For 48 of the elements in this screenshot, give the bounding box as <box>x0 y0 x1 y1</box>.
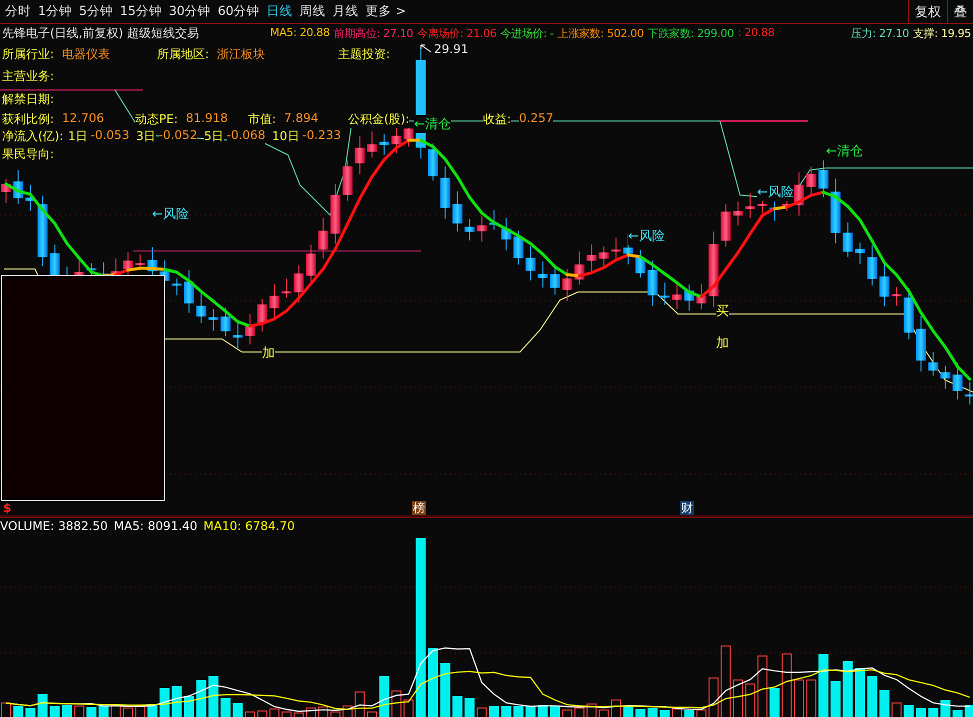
period-tab[interactable]: 1分钟 <box>35 3 75 20</box>
chart-annotation: 买 <box>716 302 729 320</box>
indicator-reading: 今进场价: - <box>500 26 554 41</box>
info-label: 主题投资: <box>338 46 390 62</box>
info-value: 浙江板块 <box>217 46 266 62</box>
period-tab[interactable]: 月线 <box>330 3 362 20</box>
info-label: 主营业务: <box>2 68 54 85</box>
info-label: 果民导向: <box>2 146 54 162</box>
indicator-reading: 前期高位: 27.10 <box>334 26 414 41</box>
level-reading: 支撑: 19.95 <box>913 26 971 41</box>
chart-annotation: ←清仓 <box>826 142 863 160</box>
volume-reading: MA10: 6784.70 <box>203 519 295 533</box>
indicator-reading: MA5: 20.88 <box>270 26 330 41</box>
indicator-reading: 今离场价: 21.06 <box>417 26 497 41</box>
price-label: 29.91 <box>434 42 468 56</box>
chart-annotation: ←风险 <box>757 183 794 201</box>
period-tab[interactable]: 30分钟 <box>166 3 214 20</box>
event-badge: 财 <box>680 501 694 515</box>
info-label: 市值: <box>248 111 276 128</box>
indicator-reading: 下跌家数: 299.00 <box>648 26 734 41</box>
period-tab[interactable]: 15分钟 <box>116 3 165 20</box>
period-tab[interactable]: 分时 <box>2 3 34 20</box>
arrow-icon <box>420 44 432 54</box>
period-tab[interactable]: 周线 <box>296 3 329 20</box>
period-tab[interactable]: 日线 <box>264 3 296 20</box>
info-label: 获利比例: <box>2 111 54 128</box>
period-tab[interactable]: 5分钟 <box>76 3 116 20</box>
event-badge: 榜 <box>412 501 426 515</box>
period-tab[interactable]: 60分钟 <box>214 3 263 20</box>
info-label: 公积金(股): <box>348 111 410 128</box>
info-label: 动态PE: <box>135 111 178 128</box>
info-value: -0.068 <box>226 128 266 145</box>
level-reading: 压力: 27.10 <box>851 26 909 41</box>
info-label: 解禁日期: <box>2 91 54 108</box>
volume-reading: VOLUME: 3882.50 <box>0 519 108 533</box>
event-label: $ <box>2 501 12 515</box>
info-label: 收益: <box>483 111 512 128</box>
info-label: 所属地区: <box>157 46 210 62</box>
period-tab[interactable]: 更多 > <box>362 3 410 20</box>
chart-annotation: ←风险 <box>152 205 189 223</box>
indicator-reading: : 20.88 <box>738 26 774 41</box>
info-label: 所属行业: <box>2 46 54 62</box>
chart-annotation: ←风险 <box>628 227 665 245</box>
chart-annotation: ←清仓 <box>414 115 451 133</box>
info-value: 电器仪表 <box>62 46 110 62</box>
chart-title: 先锋电子(日线,前复权) 超级短线交易 <box>2 25 200 42</box>
indicator-reading: 上涨家数: 502.00 <box>558 26 644 41</box>
volume-reading: MA5: 8091.40 <box>114 519 198 533</box>
